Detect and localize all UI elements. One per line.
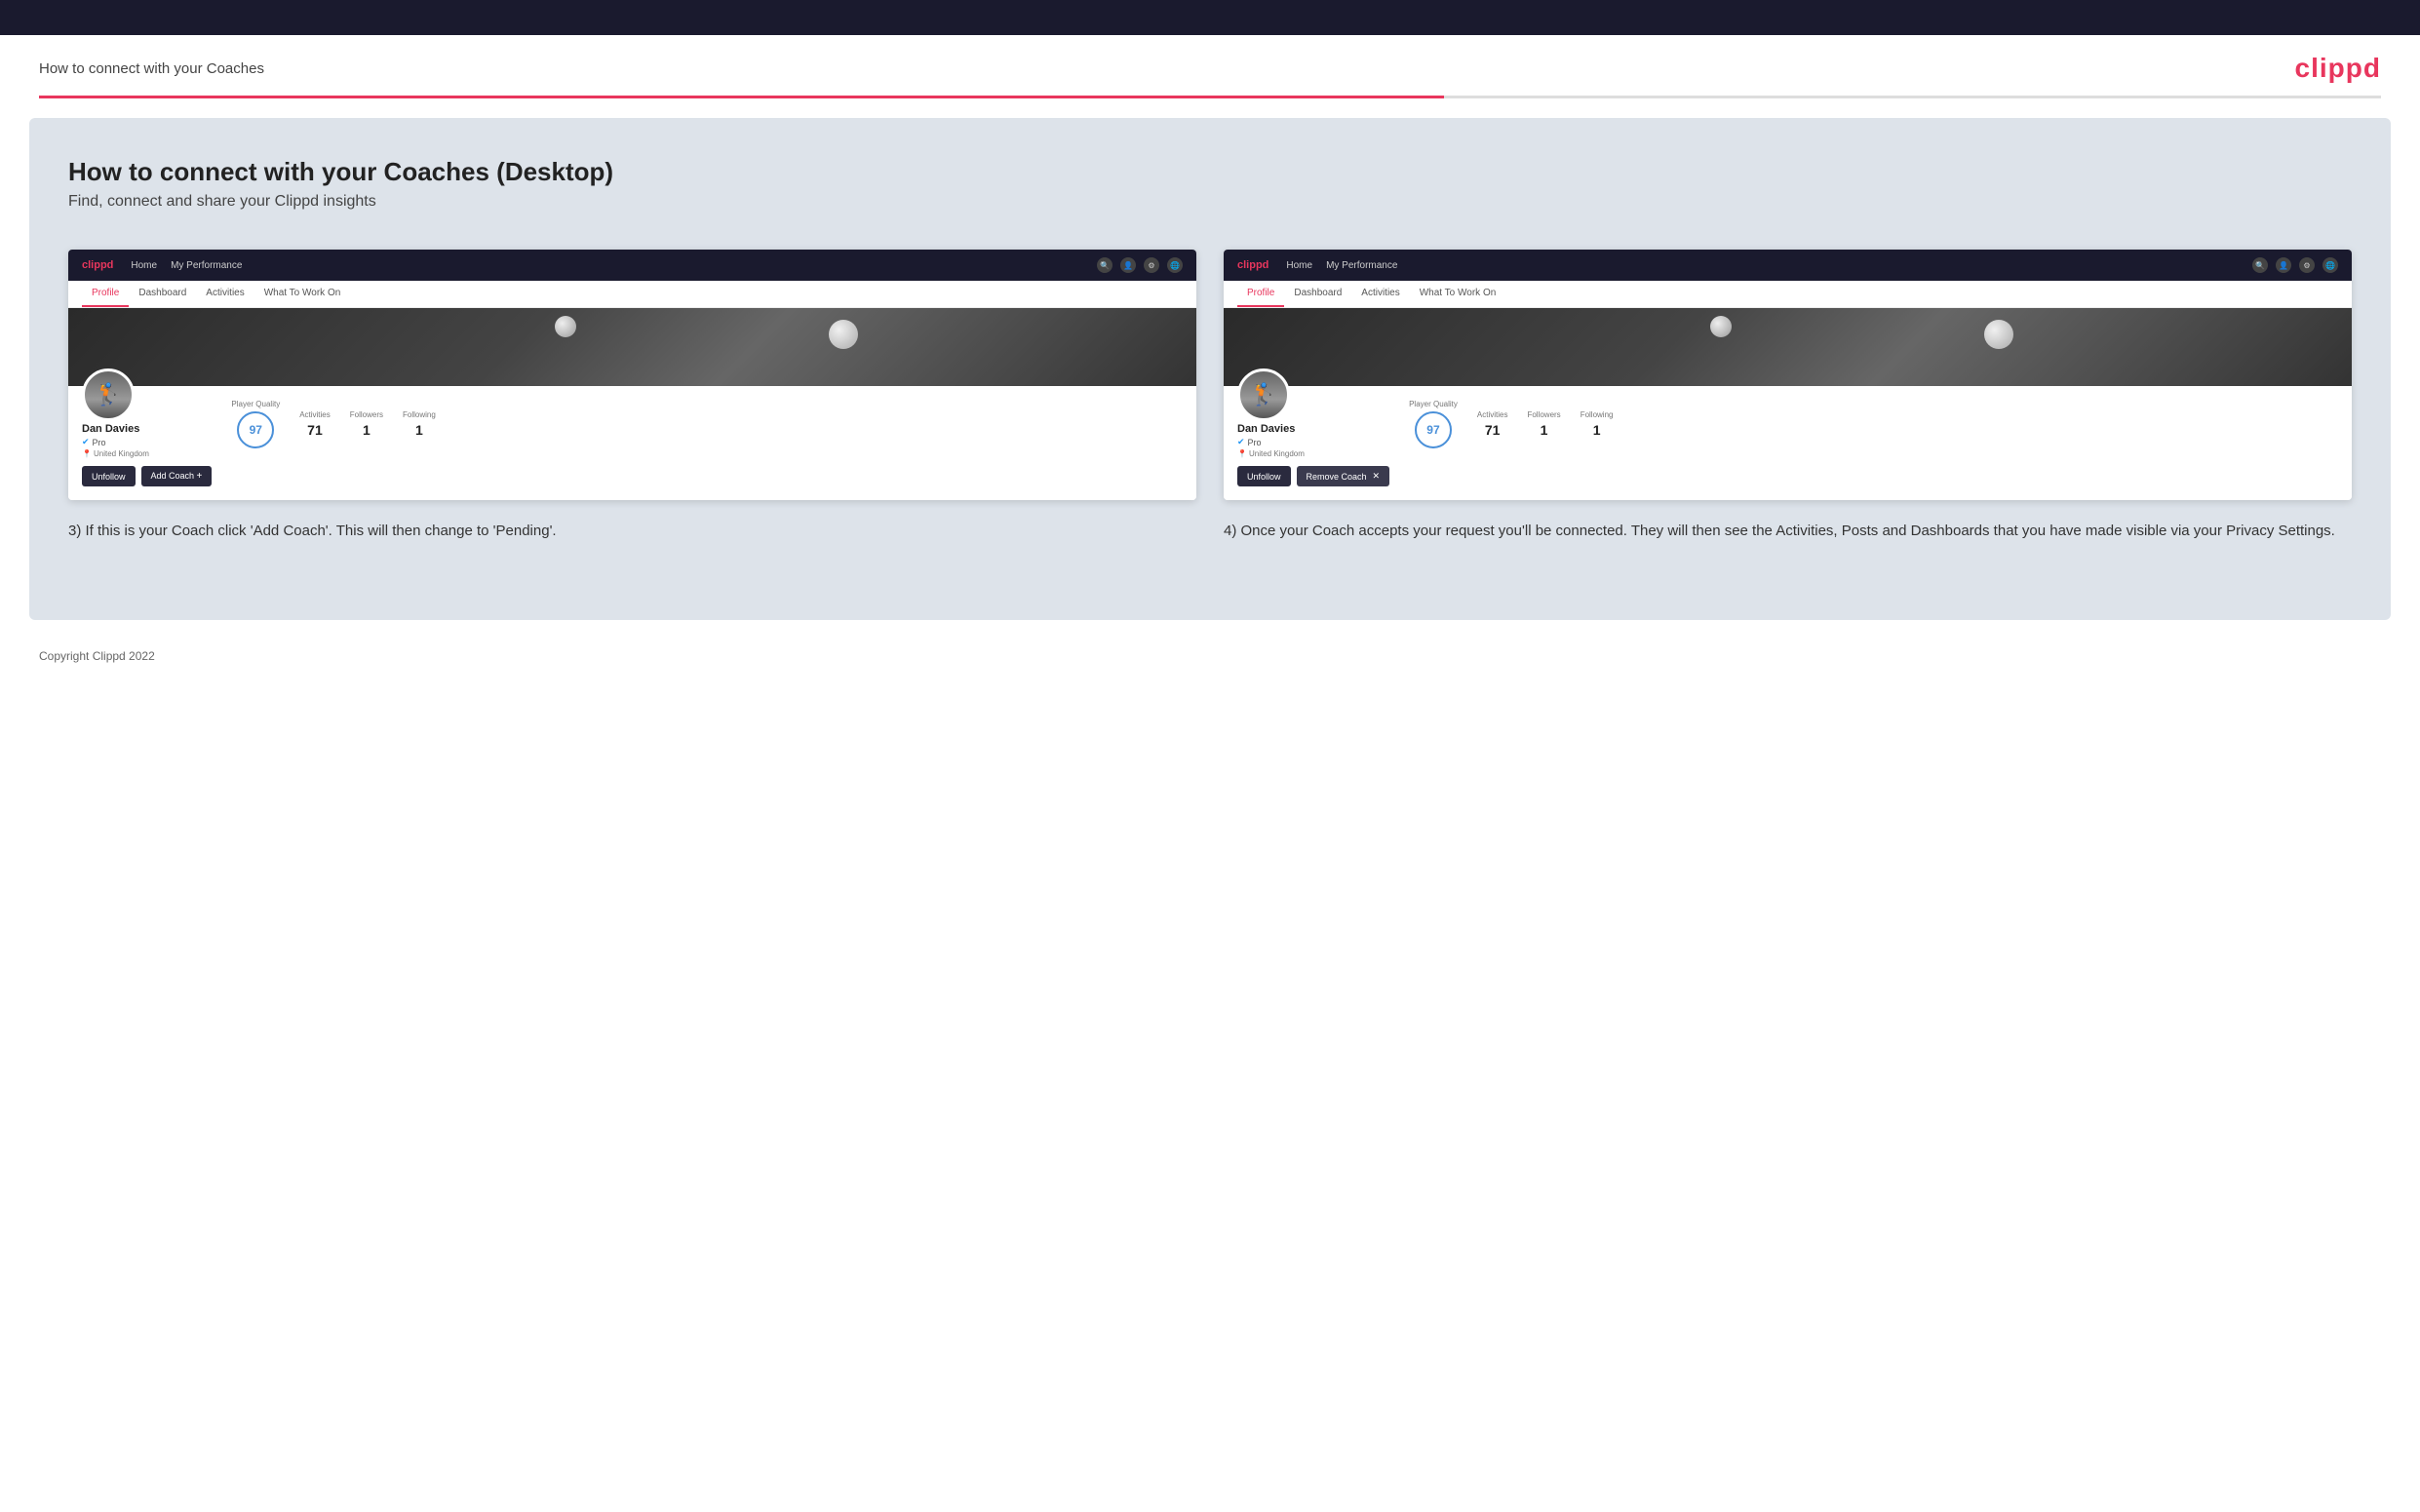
tab-what-to-work-on-right[interactable]: What To Work On (1410, 281, 1506, 307)
mock-nav-left: clippd Home My Performance 🔍 👤 ⚙ 🌐 (68, 250, 1196, 281)
tab-profile-left[interactable]: Profile (82, 281, 129, 307)
mock-buttons-left: Unfollow Add Coach + (82, 466, 212, 486)
screenshots-row: clippd Home My Performance 🔍 👤 ⚙ 🌐 Profi… (68, 250, 2352, 542)
stat-player-quality-right: Player Quality 97 (1409, 400, 1458, 448)
tab-activities-left[interactable]: Activities (196, 281, 254, 307)
stat-followers-right: Followers 1 (1527, 410, 1560, 438)
tab-what-to-work-on-left[interactable]: What To Work On (254, 281, 351, 307)
verified-icon-left: ✔ (82, 437, 90, 447)
mock-stats-left: Player Quality 97 Activities 71 Follower… (231, 400, 1183, 448)
banner-circle-small-left (555, 316, 576, 337)
mock-tag-left: ✔ Pro (82, 437, 212, 447)
header: How to connect with your Coaches clippd (0, 35, 2420, 96)
quality-circle-left: 97 (237, 411, 274, 448)
main-subheading: Find, connect and share your Clippd insi… (68, 193, 2352, 211)
settings-icon-right[interactable]: ⚙ (2299, 257, 2315, 273)
header-divider (39, 96, 2381, 98)
mock-profile-section-left: 🏌 Dan Davies ✔ Pro 📍 United Kingdom Un (68, 386, 1196, 500)
mock-nav-home-left[interactable]: Home (131, 260, 157, 271)
settings-icon-left[interactable]: ⚙ (1144, 257, 1159, 273)
profile-icon-right[interactable]: 👤 (2276, 257, 2291, 273)
stat-following-right: Following 1 (1581, 410, 1614, 438)
tab-activities-right[interactable]: Activities (1351, 281, 1409, 307)
banner-circle-large-left (829, 320, 858, 349)
avatar-right: 🏌 (1237, 368, 1290, 421)
location-pin-icon-right: 📍 (1237, 449, 1247, 458)
remove-coach-close-icon: ✕ (1373, 471, 1381, 482)
stat-followers-left: Followers 1 (350, 410, 383, 438)
mock-tabs-left: Profile Dashboard Activities What To Wor… (68, 281, 1196, 308)
add-coach-button-left[interactable]: Add Coach + (141, 466, 213, 486)
main-content: How to connect with your Coaches (Deskto… (29, 118, 2391, 620)
remove-coach-button-right[interactable]: Remove Coach ✕ (1297, 466, 1390, 486)
mock-nav-items-left: Home My Performance (131, 260, 1079, 271)
stat-activities-left: Activities 71 (299, 410, 331, 438)
globe-icon-left[interactable]: 🌐 (1167, 257, 1183, 273)
location-pin-icon-left: 📍 (82, 449, 92, 458)
banner-circle-small-right (1710, 316, 1732, 337)
header-title: How to connect with your Coaches (39, 60, 264, 77)
profile-icon-left[interactable]: 👤 (1120, 257, 1136, 273)
mock-nav-icons-left: 🔍 👤 ⚙ 🌐 (1097, 257, 1183, 273)
mock-buttons-right: Unfollow Remove Coach ✕ (1237, 466, 1389, 486)
logo: clippd (2295, 53, 2381, 84)
screenshot-left-col: clippd Home My Performance 🔍 👤 ⚙ 🌐 Profi… (68, 250, 1196, 542)
mock-nav-home-right[interactable]: Home (1286, 260, 1312, 271)
globe-icon-right[interactable]: 🌐 (2322, 257, 2338, 273)
avatar-left: 🏌 (82, 368, 135, 421)
top-bar (0, 0, 2420, 35)
mock-nav-items-right: Home My Performance (1286, 260, 2235, 271)
mock-location-left: 📍 United Kingdom (82, 449, 212, 458)
mock-tabs-right: Profile Dashboard Activities What To Wor… (1224, 281, 2352, 308)
mock-logo-right: clippd (1237, 259, 1269, 271)
mock-name-right: Dan Davies (1237, 423, 1389, 435)
stat-activities-right: Activities 71 (1477, 410, 1508, 438)
footer: Copyright Clippd 2022 (0, 640, 2420, 677)
search-icon-right[interactable]: 🔍 (2252, 257, 2268, 273)
mock-nav-icons-right: 🔍 👤 ⚙ 🌐 (2252, 257, 2338, 273)
mock-nav-right: clippd Home My Performance 🔍 👤 ⚙ 🌐 (1224, 250, 2352, 281)
screenshot-right-col: clippd Home My Performance 🔍 👤 ⚙ 🌐 Profi… (1224, 250, 2352, 542)
search-icon-left[interactable]: 🔍 (1097, 257, 1112, 273)
stat-following-left: Following 1 (403, 410, 436, 438)
caption-left: 3) If this is your Coach click 'Add Coac… (68, 520, 1196, 542)
mock-logo-left: clippd (82, 259, 113, 271)
screenshot-left-box: clippd Home My Performance 🔍 👤 ⚙ 🌐 Profi… (68, 250, 1196, 500)
mock-banner-right (1224, 308, 2352, 386)
screenshot-right-box: clippd Home My Performance 🔍 👤 ⚙ 🌐 Profi… (1224, 250, 2352, 500)
copyright-text: Copyright Clippd 2022 (39, 649, 155, 663)
mock-banner-left (68, 308, 1196, 386)
tab-dashboard-right[interactable]: Dashboard (1284, 281, 1351, 307)
tab-dashboard-left[interactable]: Dashboard (129, 281, 196, 307)
main-heading: How to connect with your Coaches (Deskto… (68, 157, 2352, 187)
stat-player-quality-left: Player Quality 97 (231, 400, 280, 448)
mock-tag-right: ✔ Pro (1237, 437, 1389, 447)
mock-stats-right: Player Quality 97 Activities 71 Follower… (1409, 400, 2338, 448)
unfollow-button-right[interactable]: Unfollow (1237, 466, 1291, 486)
mock-location-right: 📍 United Kingdom (1237, 449, 1389, 458)
mock-name-left: Dan Davies (82, 423, 212, 435)
mock-nav-performance-left[interactable]: My Performance (171, 260, 242, 271)
mock-profile-section-right: 🏌 Dan Davies ✔ Pro 📍 United Kingdom Un (1224, 386, 2352, 500)
verified-icon-right: ✔ (1237, 437, 1245, 447)
caption-right: 4) Once your Coach accepts your request … (1224, 520, 2352, 542)
tab-profile-right[interactable]: Profile (1237, 281, 1284, 307)
quality-circle-right: 97 (1415, 411, 1452, 448)
banner-circle-large-right (1984, 320, 2013, 349)
unfollow-button-left[interactable]: Unfollow (82, 466, 136, 486)
mock-nav-performance-right[interactable]: My Performance (1326, 260, 1397, 271)
